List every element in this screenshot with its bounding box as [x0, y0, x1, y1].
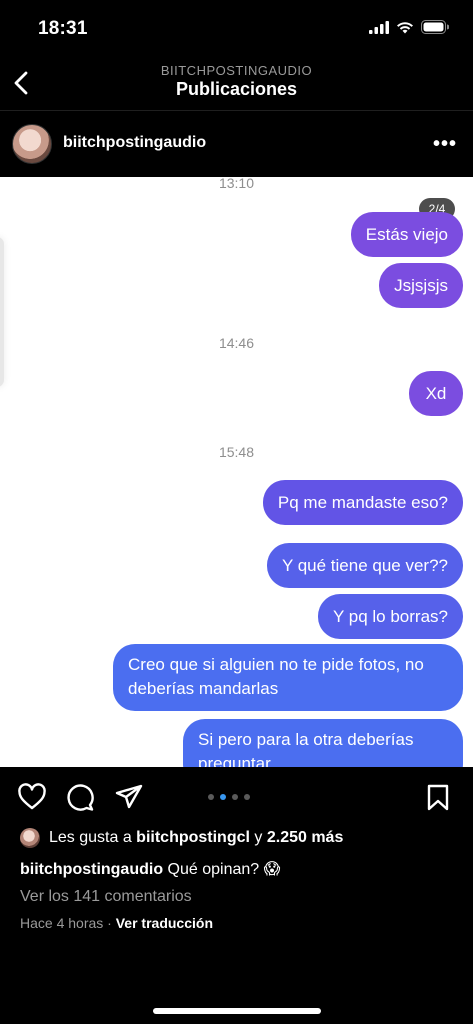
carousel-dot — [208, 794, 214, 800]
post-image[interactable]: 13:10 2/4 Estás viejo Jsjsjsjs 14:46 Xd … — [0, 177, 473, 767]
likes-user[interactable]: biitchpostingcl — [136, 829, 250, 846]
caption: biitchpostingaudio Qué opinan? 😱 — [20, 859, 280, 879]
likes-text[interactable]: Les gusta a biitchpostingcl y 2.250 más — [49, 829, 343, 847]
likes-count[interactable]: 2.250 más — [267, 829, 344, 846]
status-icons — [369, 20, 449, 34]
caption-username[interactable]: biitchpostingaudio — [20, 861, 163, 878]
chat-bubble: Xd — [409, 371, 463, 416]
caption-text: Qué opinan? 😱 — [163, 861, 281, 878]
carousel-dot — [232, 794, 238, 800]
chat-bubble: Y qué tiene que ver?? — [266, 543, 463, 588]
likes-middle: y — [249, 829, 267, 846]
chat-bubble: Jsjsjsjs — [379, 263, 463, 308]
chat-timestamp: 13:10 — [218, 177, 255, 191]
chat-bubble: Creo que si alguien no te pide fotos, no… — [113, 644, 463, 711]
post-username[interactable]: biitchpostingaudio — [63, 134, 206, 152]
carousel-dot — [244, 794, 250, 800]
carousel-indicator — [208, 794, 250, 800]
share-icon[interactable] — [115, 784, 143, 810]
meta-separator: · — [103, 915, 116, 931]
header-divider — [0, 110, 473, 111]
chat-bubble: Estás viejo — [350, 212, 463, 257]
heart-icon[interactable] — [17, 783, 47, 811]
status-time: 18:31 — [38, 18, 88, 39]
wifi-icon — [397, 21, 413, 33]
battery-icon — [421, 20, 449, 34]
comment-icon[interactable] — [66, 783, 96, 812]
view-comments-link[interactable]: Ver los 141 comentarios — [20, 888, 192, 906]
translate-link[interactable]: Ver traducción — [116, 915, 213, 931]
avatar[interactable] — [12, 124, 52, 164]
chat-bubble: Pq me mandaste eso? — [262, 480, 463, 525]
post-time: Hace 4 horas — [20, 915, 104, 931]
likes-prefix: Les gusta a — [49, 829, 137, 846]
chat-bubble: Si pero para la otra deberías preguntar — [183, 719, 463, 767]
carousel-dot-active — [220, 794, 226, 800]
image-edge-shadow — [0, 237, 4, 387]
header-account: BIITCHPOSTINGAUDIO — [160, 63, 313, 78]
more-horizontal-icon[interactable]: ••• — [433, 133, 457, 156]
post-meta: Hace 4 horas · Ver traducción — [20, 915, 213, 931]
signal-icon — [369, 20, 389, 34]
chat-bubble: Y pq lo borras? — [318, 594, 463, 639]
bookmark-icon[interactable] — [426, 784, 450, 811]
home-indicator — [153, 1008, 321, 1014]
chat-timestamp: 15:48 — [218, 444, 255, 460]
chat-timestamp: 14:46 — [218, 335, 255, 351]
likes-avatar[interactable] — [20, 828, 40, 848]
page-title: Publicaciones — [175, 79, 298, 99]
